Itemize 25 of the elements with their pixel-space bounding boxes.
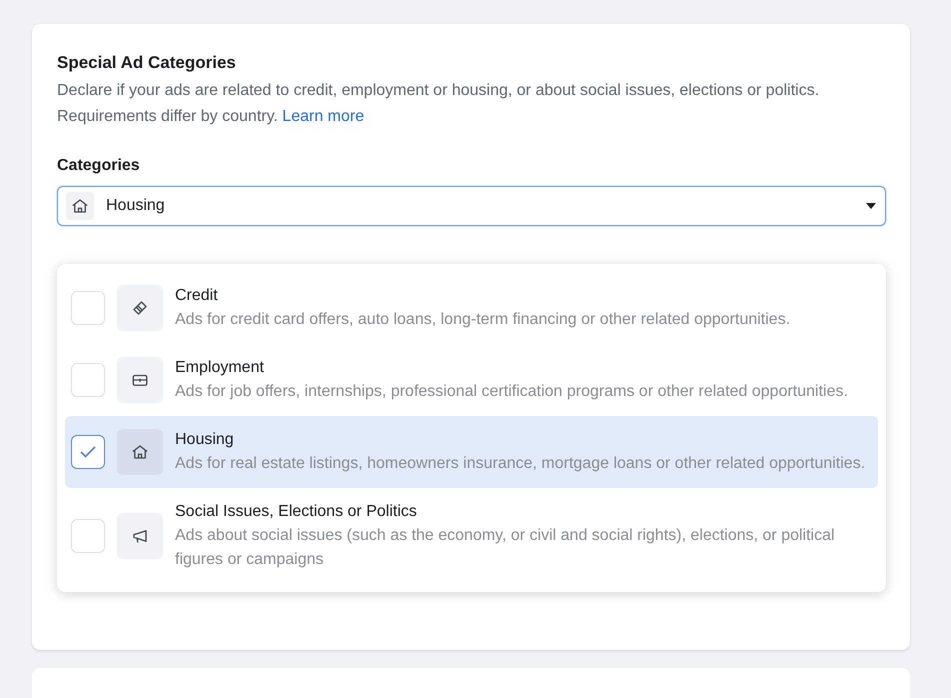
categories-label: Categories xyxy=(57,156,141,176)
option-description: Ads for credit card offers, auto loans, long-term financing or other related opportunities. xyxy=(175,310,792,330)
learn-more-link[interactable]: Learn more xyxy=(282,108,364,124)
category-option[interactable]: Social Issues, Elections or Politics Ads about social issues (such as the economy, or civil and social rights), elections, or political figures or campaigns xyxy=(65,488,878,584)
option-label: Credit xyxy=(175,286,219,306)
house-icon xyxy=(71,196,89,214)
category-option[interactable]: Employment Ads for job offers, internships, professional certification programs or other related opportunities. xyxy=(65,344,878,416)
option-label: Social Issues, Elections or Politics xyxy=(175,502,418,522)
option-label: Housing xyxy=(175,430,235,450)
option-description: Ads for job offers, internships, professional certification programs or other related opportunities. xyxy=(175,382,849,402)
check-icon xyxy=(80,446,96,458)
section-title: Special Ad Categories xyxy=(57,52,237,74)
option-description: Ads for real estate listings, homeowners insurance, mortgage loans or other related opportunities. xyxy=(175,454,866,474)
categories-dropdown[interactable]: Housing xyxy=(57,186,886,226)
option-label: Employment xyxy=(175,358,265,378)
option-description: Ads about social issues (such as the economy, or civil and social rights), elections, or political figures or campaigns xyxy=(175,526,836,570)
credit-card-icon xyxy=(131,299,149,317)
section-description: Declare if your ads are related to credit, employment or housing, or about social issues, elections or politics. Requirements differ by country. Learn more xyxy=(57,80,820,126)
house-icon xyxy=(131,443,149,461)
caret-icon xyxy=(865,202,877,210)
selected-value: Housing xyxy=(106,196,166,216)
category-option[interactable]: Housing Ads for real estate listings, homeowners insurance, mortgage loans or other related opportunities. xyxy=(65,416,878,488)
checkbox[interactable] xyxy=(71,435,105,469)
megaphone-icon xyxy=(131,527,149,545)
category-option[interactable]: Credit Ads for credit card offers, auto loans, long-term financing or other related opportunities. xyxy=(65,272,878,344)
